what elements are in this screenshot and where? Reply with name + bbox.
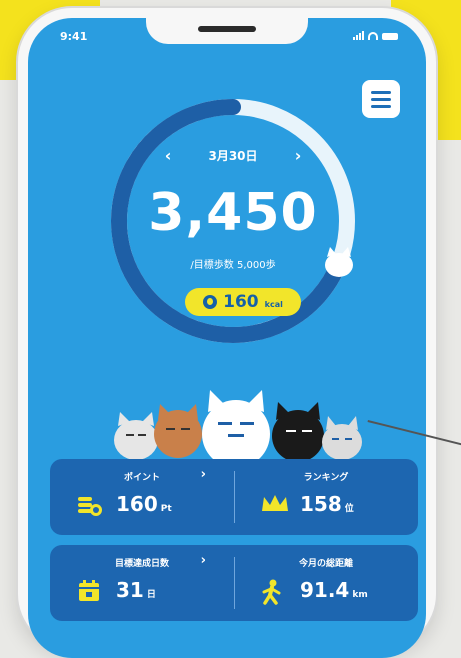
distance-title: 今月の総距離 xyxy=(298,559,353,569)
calorie-value: 160 xyxy=(223,292,259,312)
distance-unit: km xyxy=(352,590,368,600)
coins-icon xyxy=(78,497,102,516)
crown-icon xyxy=(262,495,288,511)
chevron-right-icon: › xyxy=(200,467,206,482)
walking-person-icon xyxy=(262,579,281,605)
points-value-row: 160 Pt xyxy=(116,492,172,516)
calendar-icon xyxy=(79,580,99,601)
current-date: 3月30日 xyxy=(208,149,258,163)
goal-days-unit: 日 xyxy=(146,590,156,600)
goal-days-title: 目標達成日数 xyxy=(114,559,169,569)
phone-frame: 9:41 ‹ 3月30日 › 3,450 /目標歩数 5,000歩 160 kc… xyxy=(18,8,436,658)
ranking-value: 158 xyxy=(300,492,342,516)
ranking-value-row: 158 位 xyxy=(300,492,354,516)
ranking-cell[interactable]: ランキング 158 位 xyxy=(234,459,418,535)
step-count: 3,450 xyxy=(148,183,318,243)
points-value: 160 xyxy=(116,492,158,516)
points-title: ポイント xyxy=(123,473,160,483)
app-screen: 9:41 ‹ 3月30日 › 3,450 /目標歩数 5,000歩 160 kc… xyxy=(28,18,426,658)
goal-days-value: 31 xyxy=(116,578,144,602)
distance-cell[interactable]: 今月の総距離 91.4 km xyxy=(234,545,418,621)
chevron-right-icon: › xyxy=(200,553,206,568)
chevron-right-icon[interactable]: › xyxy=(288,146,308,165)
stats-card-row-1: ポイント › 160 Pt ランキング 158 位 xyxy=(50,459,418,535)
stats-card-row-2: 目標達成日数 › 31 日 今月の総距離 91.4 km xyxy=(50,545,418,621)
distance-value: 91.4 xyxy=(300,578,350,602)
points-unit: Pt xyxy=(160,504,172,514)
goal-days-cell[interactable]: 目標達成日数 › 31 日 xyxy=(50,545,234,621)
chevron-left-icon[interactable]: ‹ xyxy=(158,146,178,165)
distance-value-row: 91.4 km xyxy=(300,578,368,602)
goal-days-value-row: 31 日 xyxy=(116,578,156,602)
ranking-title: ランキング xyxy=(303,473,349,483)
orange-cat-icon xyxy=(154,404,202,458)
calorie-badge: 160 kcal xyxy=(185,288,301,316)
flame-icon xyxy=(203,295,218,309)
calorie-unit: kcal xyxy=(264,299,283,309)
step-goal: /目標歩数 5,000歩 xyxy=(190,260,276,271)
gray-striped-cat-icon xyxy=(322,416,362,460)
points-cell[interactable]: ポイント › 160 Pt xyxy=(50,459,234,535)
cat-characters-illustration xyxy=(114,390,362,468)
black-cat-icon xyxy=(272,402,324,462)
date-navigator: ‹ 3月30日 › xyxy=(158,146,308,165)
ranking-unit: 位 xyxy=(344,504,354,514)
white-cat-icon xyxy=(202,390,270,468)
gray-cat-icon xyxy=(114,412,158,460)
